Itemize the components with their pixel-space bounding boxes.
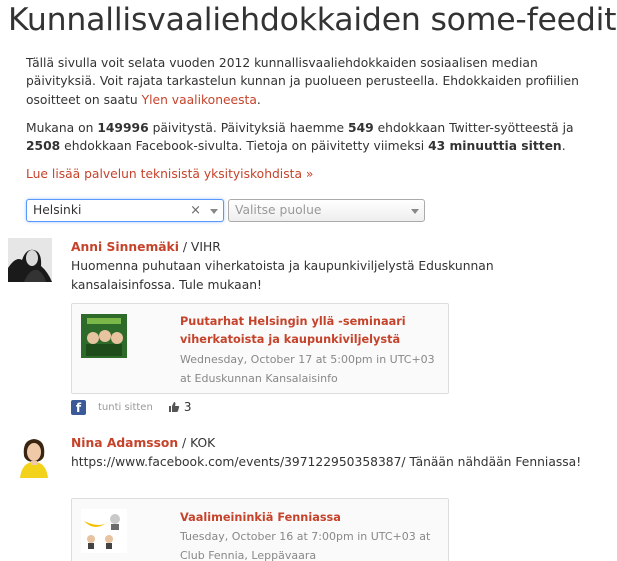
stats-text: ehdokkaan Facebook-sivulta. Tietoja on p… — [60, 139, 429, 154]
chevron-down-icon — [210, 209, 218, 214]
event-time: Tuesday, October 16 at 7:00pm in UTC+03 … — [180, 530, 431, 561]
post-content: Nina Adamsson / KOK https://www.facebook… — [71, 434, 591, 472]
event-thumbnail — [81, 314, 127, 358]
avatar[interactable] — [12, 434, 56, 478]
post-text: Huomenna puhutaan viherkatoista ja kaupu… — [71, 259, 494, 292]
stats-text: ehdokkaan Twitter-syötteestä ja — [373, 120, 574, 135]
thumbs-up-icon — [169, 402, 180, 412]
author-name[interactable]: Nina Adamsson — [71, 436, 178, 450]
avatar[interactable] — [8, 238, 52, 282]
more-info: Lue lisää palvelun teknisistä yksityisko… — [26, 165, 606, 183]
event-card[interactable]: Puutarhat Helsingin yllä -seminaari vihe… — [71, 303, 449, 394]
stats-text: päivitystä. Päivityksiä haemme — [148, 120, 349, 135]
like-count: 3 — [168, 400, 191, 414]
author-name[interactable]: Anni Sinnemäki — [71, 240, 179, 254]
page-title: Kunnallisvaaliehdokkaiden some-feedit — [8, 2, 617, 38]
post-content: Anni Sinnemäki / VIHR Huomenna puhutaan … — [71, 238, 591, 295]
last-updated: 43 minuuttia sitten — [428, 139, 562, 154]
stats-text: . — [561, 139, 566, 154]
update-count: 149996 — [97, 120, 149, 135]
chevron-down-icon — [411, 209, 419, 214]
author-party: / KOK — [178, 436, 216, 450]
event-title[interactable]: Puutarhat Helsingin yllä -seminaari vihe… — [180, 313, 442, 349]
event-time: Wednesday, October 17 at 5:00pm in UTC+0… — [180, 353, 435, 385]
event-card[interactable]: Vaalimeininkiä Fenniassa Tuesday, Octobe… — [71, 498, 449, 561]
clear-icon[interactable]: × — [190, 200, 201, 221]
likes-value: 3 — [183, 400, 192, 414]
municipality-select[interactable]: Helsinki × — [26, 199, 224, 222]
post-time[interactable]: tunti sitten — [98, 402, 153, 413]
post-text: https://www.facebook.com/events/39712295… — [71, 455, 582, 469]
party-placeholder: Valitse puolue — [235, 203, 322, 217]
municipality-value: Helsinki — [33, 203, 82, 217]
intro-stats: Mukana on 149996 päivitystä. Päivityksiä… — [26, 119, 606, 156]
author-party: / VIHR — [178, 240, 221, 254]
intro: Tällä sivulla voit selata vuoden 2012 ku… — [26, 54, 606, 194]
event-title[interactable]: Vaalimeininkiä Fenniassa — [180, 509, 442, 527]
facebook-icon: f — [71, 400, 86, 415]
yle-vaalikone-link[interactable]: Ylen vaalikoneesta — [142, 93, 257, 107]
twitter-count: 549 — [348, 120, 374, 135]
intro-description: Tällä sivulla voit selata vuoden 2012 ku… — [26, 54, 606, 109]
party-select[interactable]: Valitse puolue — [228, 199, 425, 222]
intro-text-end: . — [256, 92, 261, 107]
intro-text: Tällä sivulla voit selata vuoden 2012 ku… — [26, 56, 579, 107]
stats-text: Mukana on — [26, 120, 98, 135]
event-thumbnail — [81, 509, 127, 553]
technical-details-link[interactable]: Lue lisää palvelun teknisistä yksityisko… — [26, 167, 313, 181]
facebook-count: 2508 — [26, 139, 61, 154]
